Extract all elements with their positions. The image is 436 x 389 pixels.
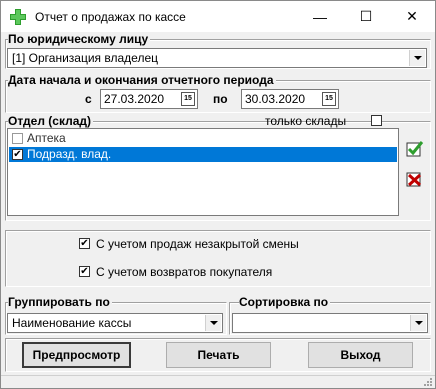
list-item-label: Подразд. влад.	[27, 147, 112, 161]
chevron-down-icon[interactable]	[205, 315, 221, 331]
exit-button[interactable]: Выход	[308, 342, 413, 368]
close-icon: ✕	[406, 8, 418, 24]
date-to-value: 30.03.2020	[245, 92, 306, 106]
only-warehouses-checkbox[interactable]	[371, 115, 382, 126]
green-check-icon[interactable]	[406, 141, 424, 157]
maximize-button[interactable]: ☐	[343, 1, 389, 32]
legal-entity-combo[interactable]: [1] Организация владелец	[7, 48, 427, 68]
grouping-combo[interactable]: Наименование кассы	[7, 313, 223, 333]
list-item[interactable]: Аптека	[9, 131, 397, 146]
chevron-down-icon[interactable]	[409, 50, 425, 66]
date-from-field[interactable]: 27.03.2020 15	[100, 89, 198, 109]
list-item-label: Аптека	[27, 131, 66, 145]
maximize-icon: ☐	[359, 8, 373, 24]
window-title: Отчет о продажах по кассе	[35, 10, 186, 24]
date-to-label: по	[213, 92, 228, 106]
print-button[interactable]: Печать	[166, 342, 271, 368]
unclosed-shift-checkbox[interactable]: ✔	[79, 238, 90, 249]
calendar-icon[interactable]: 15	[322, 92, 336, 106]
returns-checkbox[interactable]: ✔	[79, 266, 90, 277]
calendar-icon[interactable]: 15	[181, 92, 195, 106]
red-cross-icon[interactable]	[406, 171, 424, 187]
item-checkbox[interactable]	[12, 133, 23, 144]
unclosed-shift-label: С учетом продаж незакрытой смены	[96, 237, 299, 251]
legal-entity-label: По юридическому лицу	[8, 32, 151, 46]
preview-button[interactable]: Предпросмотр	[22, 342, 131, 368]
close-button[interactable]: ✕	[389, 1, 435, 32]
report-window: Отчет о продажах по кассе — ☐ ✕ По юриди…	[0, 0, 436, 389]
chevron-down-icon[interactable]	[410, 315, 426, 331]
minimize-button[interactable]: —	[297, 1, 343, 32]
grouping-label: Группировать по	[8, 295, 112, 309]
legal-entity-value: [1] Организация владелец	[12, 51, 158, 65]
minimize-icon: —	[313, 8, 327, 25]
sorting-label: Сортировка по	[239, 295, 331, 309]
period-label: Дата начала и окончания отчетного период…	[8, 73, 276, 87]
title-bar: Отчет о продажах по кассе — ☐ ✕	[1, 1, 435, 32]
grouping-value: Наименование кассы	[12, 316, 132, 330]
department-list[interactable]: Аптека ✔ Подразд. влад.	[7, 128, 399, 216]
returns-label: С учетом возвратов покупателя	[96, 265, 273, 279]
date-from-value: 27.03.2020	[104, 92, 165, 106]
only-warehouses-label: только склады	[265, 114, 347, 128]
app-cross-icon	[10, 9, 26, 25]
resize-grip-icon[interactable]	[423, 377, 433, 387]
status-bar	[1, 375, 435, 388]
date-from-label: с	[85, 92, 92, 106]
list-item[interactable]: ✔ Подразд. влад.	[9, 147, 397, 162]
sorting-combo[interactable]	[232, 313, 428, 333]
department-label: Отдел (склад)	[8, 114, 94, 128]
item-checkbox[interactable]: ✔	[12, 149, 23, 160]
date-to-field[interactable]: 30.03.2020 15	[241, 89, 339, 109]
